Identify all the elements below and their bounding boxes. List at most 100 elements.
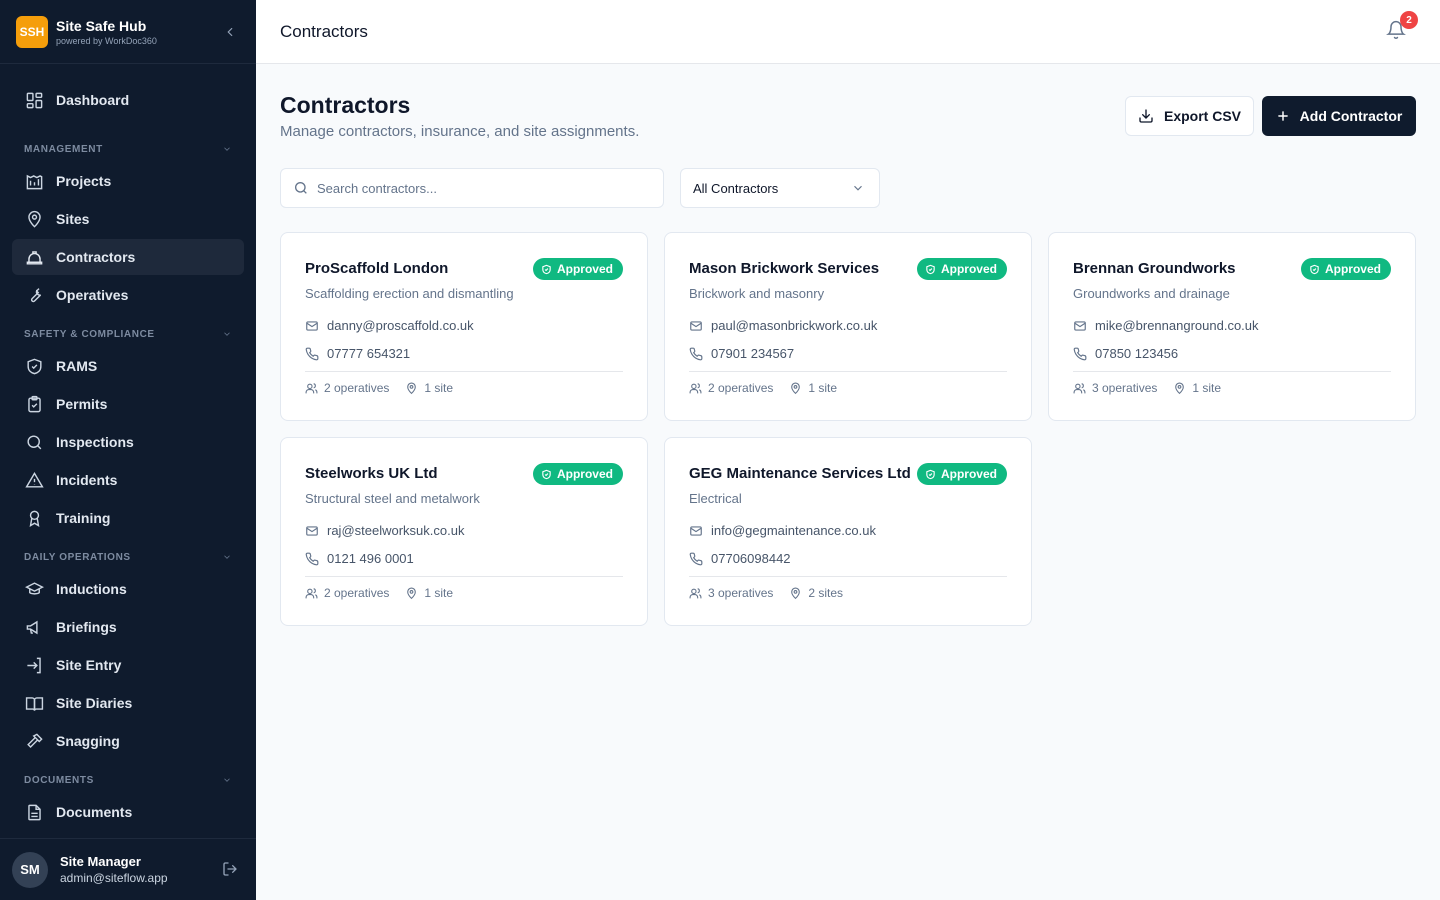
- map-pin-icon: [1175, 382, 1185, 394]
- search-input[interactable]: [317, 180, 637, 196]
- contractor-meta: 3 operatives 2 sites: [689, 586, 859, 600]
- sidebar-item-label: Dashboard: [56, 92, 130, 108]
- contractor-email[interactable]: info@gegmaintenance.co.uk: [689, 523, 876, 538]
- section-management[interactable]: MANAGEMENT: [24, 141, 232, 157]
- contractor-email[interactable]: danny@proscaffold.co.uk: [305, 318, 474, 333]
- phone-icon: [689, 552, 703, 565]
- sidebar-item-sites[interactable]: Sites: [12, 201, 244, 237]
- section-documents[interactable]: DOCUMENTS: [24, 772, 232, 788]
- contractor-card[interactable]: ProScaffold London Approved Scaffolding …: [280, 232, 648, 421]
- chevron-down-icon: [224, 555, 230, 559]
- contractor-name: ProScaffold London: [305, 260, 449, 277]
- topbar-title: Contractors: [280, 22, 368, 41]
- shield-check-icon: [926, 264, 935, 274]
- brand-logo: SSH: [16, 15, 48, 48]
- download-icon: [1139, 109, 1153, 123]
- shield-check-icon: [542, 469, 551, 479]
- sidebar-item-incidents[interactable]: Incidents: [12, 462, 244, 498]
- hammer-icon: [24, 731, 44, 751]
- logout-button[interactable]: [222, 861, 238, 882]
- users-icon: [689, 587, 702, 598]
- shield-check-icon: [542, 264, 551, 274]
- section-safety-compliance[interactable]: SAFETY & COMPLIANCE: [24, 326, 232, 342]
- phone-icon: [305, 552, 319, 565]
- sidebar-item-snagging[interactable]: Snagging: [12, 723, 244, 759]
- users-icon: [305, 587, 318, 598]
- status-badge: Approved: [1300, 258, 1391, 280]
- contractor-card[interactable]: GEG Maintenance Services Ltd Approved El…: [664, 437, 1032, 626]
- brand-name: Site Safe Hub: [56, 17, 147, 34]
- user-email: admin@siteflow.app: [60, 871, 168, 885]
- status-badge: Approved: [916, 463, 1007, 485]
- avatar: SM: [12, 851, 48, 888]
- log-in-icon: [24, 655, 44, 675]
- section-daily-operations[interactable]: DAILY OPERATIONS: [24, 549, 232, 565]
- sidebar-item-inspections[interactable]: Inspections: [12, 424, 244, 460]
- chevron-down-icon: [224, 778, 230, 782]
- contractor-filter-select[interactable]: All Contractors: [680, 168, 880, 208]
- clipboard-icon: [24, 394, 44, 414]
- contractor-description: Structural steel and metalwork: [305, 491, 480, 506]
- sidebar-item-permits[interactable]: Permits: [12, 386, 244, 422]
- contractor-meta: 2 operatives 1 site: [305, 586, 469, 600]
- divider: [305, 371, 623, 372]
- projects-icon: [24, 171, 44, 191]
- collapse-sidebar-button[interactable]: [220, 22, 240, 42]
- sidebar-item-projects[interactable]: Projects: [12, 163, 244, 199]
- shield-check-icon: [1310, 264, 1319, 274]
- contractor-email[interactable]: paul@masonbrickwork.co.uk: [689, 318, 877, 333]
- status-badge: Approved: [916, 258, 1007, 280]
- sidebar-item-briefings[interactable]: Briefings: [12, 609, 244, 645]
- sidebar-item-site-diaries[interactable]: Site Diaries: [12, 685, 244, 721]
- users-icon: [689, 382, 702, 393]
- contractor-meta: 3 operatives 1 site: [1073, 381, 1237, 395]
- contractor-phone[interactable]: 07706098442: [689, 551, 791, 566]
- contractor-card[interactable]: Mason Brickwork Services Approved Brickw…: [664, 232, 1032, 421]
- notification-badge: 2: [1400, 11, 1418, 29]
- contractor-phone[interactable]: 07901 234567: [689, 346, 794, 361]
- mail-icon: [690, 320, 702, 331]
- contractor-name: GEG Maintenance Services Ltd: [689, 465, 911, 482]
- sidebar-item-dashboard[interactable]: Dashboard: [12, 82, 244, 118]
- search-icon: [295, 182, 307, 194]
- contractor-card[interactable]: Steelworks UK Ltd Approved Structural st…: [280, 437, 648, 626]
- contractor-phone[interactable]: 07850 123456: [1073, 346, 1178, 361]
- mail-icon: [306, 525, 318, 536]
- brand: SSH Site Safe Hub powered by WorkDoc360: [0, 0, 256, 64]
- page-title: Contractors: [280, 92, 411, 118]
- book-icon: [24, 693, 44, 713]
- contractor-card[interactable]: Brennan Groundworks Approved Groundworks…: [1048, 232, 1416, 421]
- sidebar-item-operatives[interactable]: Operatives: [12, 277, 244, 313]
- award-icon: [24, 508, 44, 528]
- divider: [689, 371, 1007, 372]
- contractor-phone[interactable]: 0121 496 0001: [305, 551, 414, 566]
- contractor-description: Brickwork and masonry: [689, 286, 825, 301]
- contractor-description: Groundworks and drainage: [1073, 286, 1230, 301]
- sidebar-item-rams[interactable]: RAMS: [12, 348, 244, 384]
- warning-icon: [24, 470, 44, 490]
- search-box: [280, 168, 664, 208]
- map-pin-icon: [407, 382, 417, 394]
- contractor-email[interactable]: mike@brennanground.co.uk: [1073, 318, 1259, 333]
- map-pin-icon: [407, 587, 417, 599]
- sidebar-item-site-entry[interactable]: Site Entry: [12, 647, 244, 683]
- mail-icon: [306, 320, 318, 331]
- chevron-down-icon: [224, 332, 230, 336]
- divider: [1073, 371, 1391, 372]
- search-icon: [24, 432, 44, 452]
- hard-hat-icon: [24, 247, 44, 267]
- map-pin-icon: [791, 382, 801, 394]
- sidebar-item-inductions[interactable]: Inductions: [12, 571, 244, 607]
- phone-icon: [1073, 347, 1087, 360]
- user-profile: SM Site Manager admin@siteflow.app: [0, 838, 256, 900]
- export-csv-button[interactable]: Export CSV: [1125, 96, 1254, 136]
- sidebar-item-contractors[interactable]: Contractors: [12, 239, 244, 275]
- sidebar-item-training[interactable]: Training: [12, 500, 244, 536]
- graduation-cap-icon: [24, 579, 44, 599]
- contractor-phone[interactable]: 07777 654321: [305, 346, 410, 361]
- contractor-email[interactable]: raj@steelworksuk.co.uk: [305, 523, 464, 538]
- sidebar-item-documents[interactable]: Documents: [12, 794, 244, 830]
- add-contractor-button[interactable]: Add Contractor: [1262, 96, 1416, 136]
- mail-icon: [690, 525, 702, 536]
- user-name: Site Manager: [60, 854, 141, 869]
